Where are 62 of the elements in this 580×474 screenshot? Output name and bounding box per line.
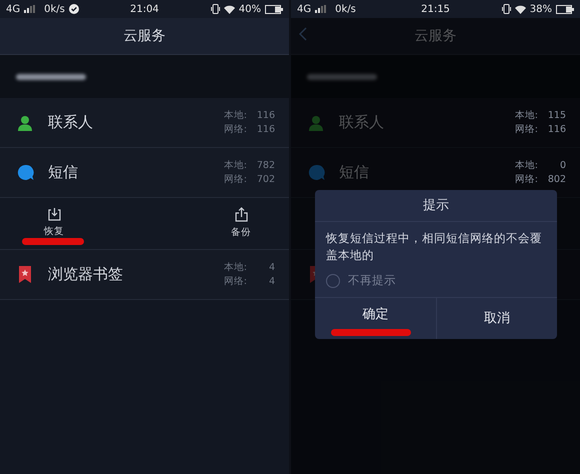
battery-icon	[265, 4, 284, 14]
signal-icon	[24, 5, 36, 13]
restore-button[interactable]: 恢复	[40, 205, 68, 242]
network-count-label: 网络:	[224, 274, 247, 288]
network-label: 4G	[297, 2, 312, 16]
item-name: 浏览器书签	[48, 264, 123, 286]
bookmark-icon	[19, 266, 31, 283]
chat-bubble-icon	[16, 164, 34, 181]
dialog-button[interactable]: 取消	[436, 298, 557, 340]
person-icon	[17, 114, 33, 130]
network-label: 4G	[6, 2, 20, 16]
local-count: 116	[256, 108, 275, 122]
chevron-left-icon	[299, 27, 307, 41]
network-count: 802	[546, 172, 566, 186]
local-count: 782	[256, 158, 275, 172]
person-icon	[308, 114, 324, 130]
screen-title: 云服务	[124, 26, 166, 46]
wifi-icon	[514, 4, 526, 14]
local-label: 本地:	[224, 108, 247, 122]
backup-button[interactable]: 备份	[227, 204, 255, 242]
network-count: 116	[546, 122, 566, 136]
local-count: 115	[546, 108, 566, 122]
clock-label: 21:04	[130, 2, 159, 16]
radio-button[interactable]	[326, 274, 340, 288]
local-count: 0	[558, 158, 566, 172]
network-count-label: 网络:	[224, 122, 247, 136]
tray-arrow-down-icon	[48, 207, 60, 222]
clock-label: 21:15	[421, 2, 450, 16]
screen-title: 云服务	[414, 26, 456, 46]
battery-label: 40%	[238, 2, 262, 16]
blurred-account	[307, 74, 377, 80]
speed-label: 0k/s	[335, 2, 356, 16]
network-count: 116	[256, 122, 275, 136]
speed-label: 0k/s	[44, 2, 65, 16]
wifi-icon	[224, 4, 235, 14]
chat-bubble-icon	[308, 164, 324, 181]
item-name: 联系人	[48, 112, 93, 134]
local-label: 本地:	[514, 108, 538, 122]
item-name: 联系人	[339, 112, 384, 134]
item-name: 短信	[339, 162, 369, 184]
dialog-message: 恢复短信过程中，相同短信网络的不会覆盖本地的	[326, 231, 542, 262]
local-label: 本地:	[514, 158, 538, 172]
vibrate-icon	[210, 4, 220, 14]
battery-label: 38%	[530, 2, 552, 16]
blurred-account	[16, 74, 86, 80]
signal-icon	[315, 5, 328, 13]
network-count-label: 网络:	[514, 122, 538, 136]
network-count: 4	[268, 274, 275, 288]
back-button[interactable]	[299, 27, 307, 41]
local-count: 4	[268, 260, 275, 274]
network-count-label: 网络:	[224, 172, 247, 186]
battery-icon	[556, 4, 574, 14]
tray-arrow-up-icon	[234, 206, 248, 222]
vibrate-icon	[502, 4, 511, 14]
item-name: 短信	[48, 162, 78, 184]
dialog-button[interactable]: 确定	[315, 298, 436, 340]
local-label: 本地:	[224, 260, 247, 274]
dialog-title: 提示	[423, 196, 449, 215]
local-label: 本地:	[224, 158, 247, 172]
option-label: 不再提示	[348, 272, 396, 289]
network-count: 702	[256, 172, 275, 186]
network-count-label: 网络:	[514, 172, 538, 186]
